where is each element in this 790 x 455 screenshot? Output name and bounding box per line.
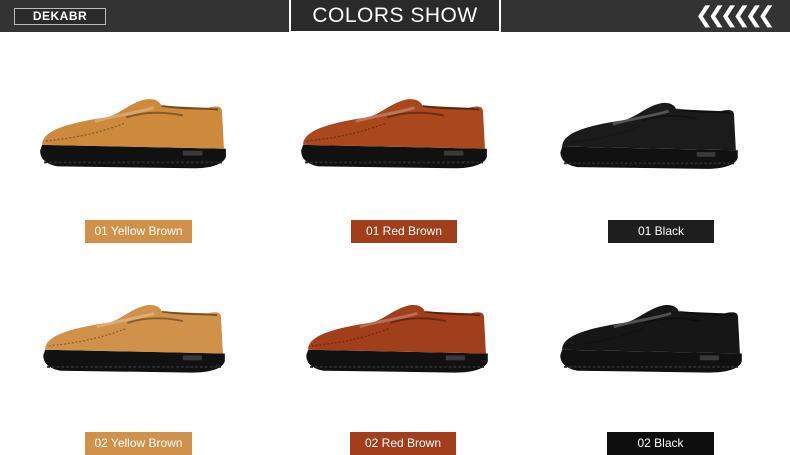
variant-label-02-red-brown[interactable]: 02 Red Brown	[350, 432, 456, 455]
shoe-image-red-brown-02	[296, 300, 500, 386]
shoe-image-black-01	[552, 98, 748, 182]
header-bar: DEKABR COLORS SHOW ❮❮❮❮❮❮	[0, 0, 790, 33]
chevron-left-icon: ❮❮❮❮❮❮	[695, 3, 776, 28]
shoe-image-black-02	[550, 300, 754, 386]
variant-label-01-yellow-brown[interactable]: 01 Yellow Brown	[85, 220, 192, 243]
variant-label-01-black[interactable]: 01 Black	[608, 220, 714, 243]
section-title-text: COLORS SHOW	[312, 4, 478, 27]
shoe-image-yellow-brown-01	[36, 94, 232, 182]
section-title: COLORS SHOW	[289, 0, 501, 33]
variant-label-02-yellow-brown[interactable]: 02 Yellow Brown	[85, 432, 192, 455]
variant-label-02-black[interactable]: 02 Black	[607, 432, 714, 455]
shoe-image-red-brown-01	[296, 94, 494, 182]
variant-label-01-red-brown[interactable]: 01 Red Brown	[351, 220, 457, 243]
brand-logo[interactable]: DEKABR	[14, 8, 106, 25]
shoe-image-yellow-brown-02	[32, 300, 238, 386]
